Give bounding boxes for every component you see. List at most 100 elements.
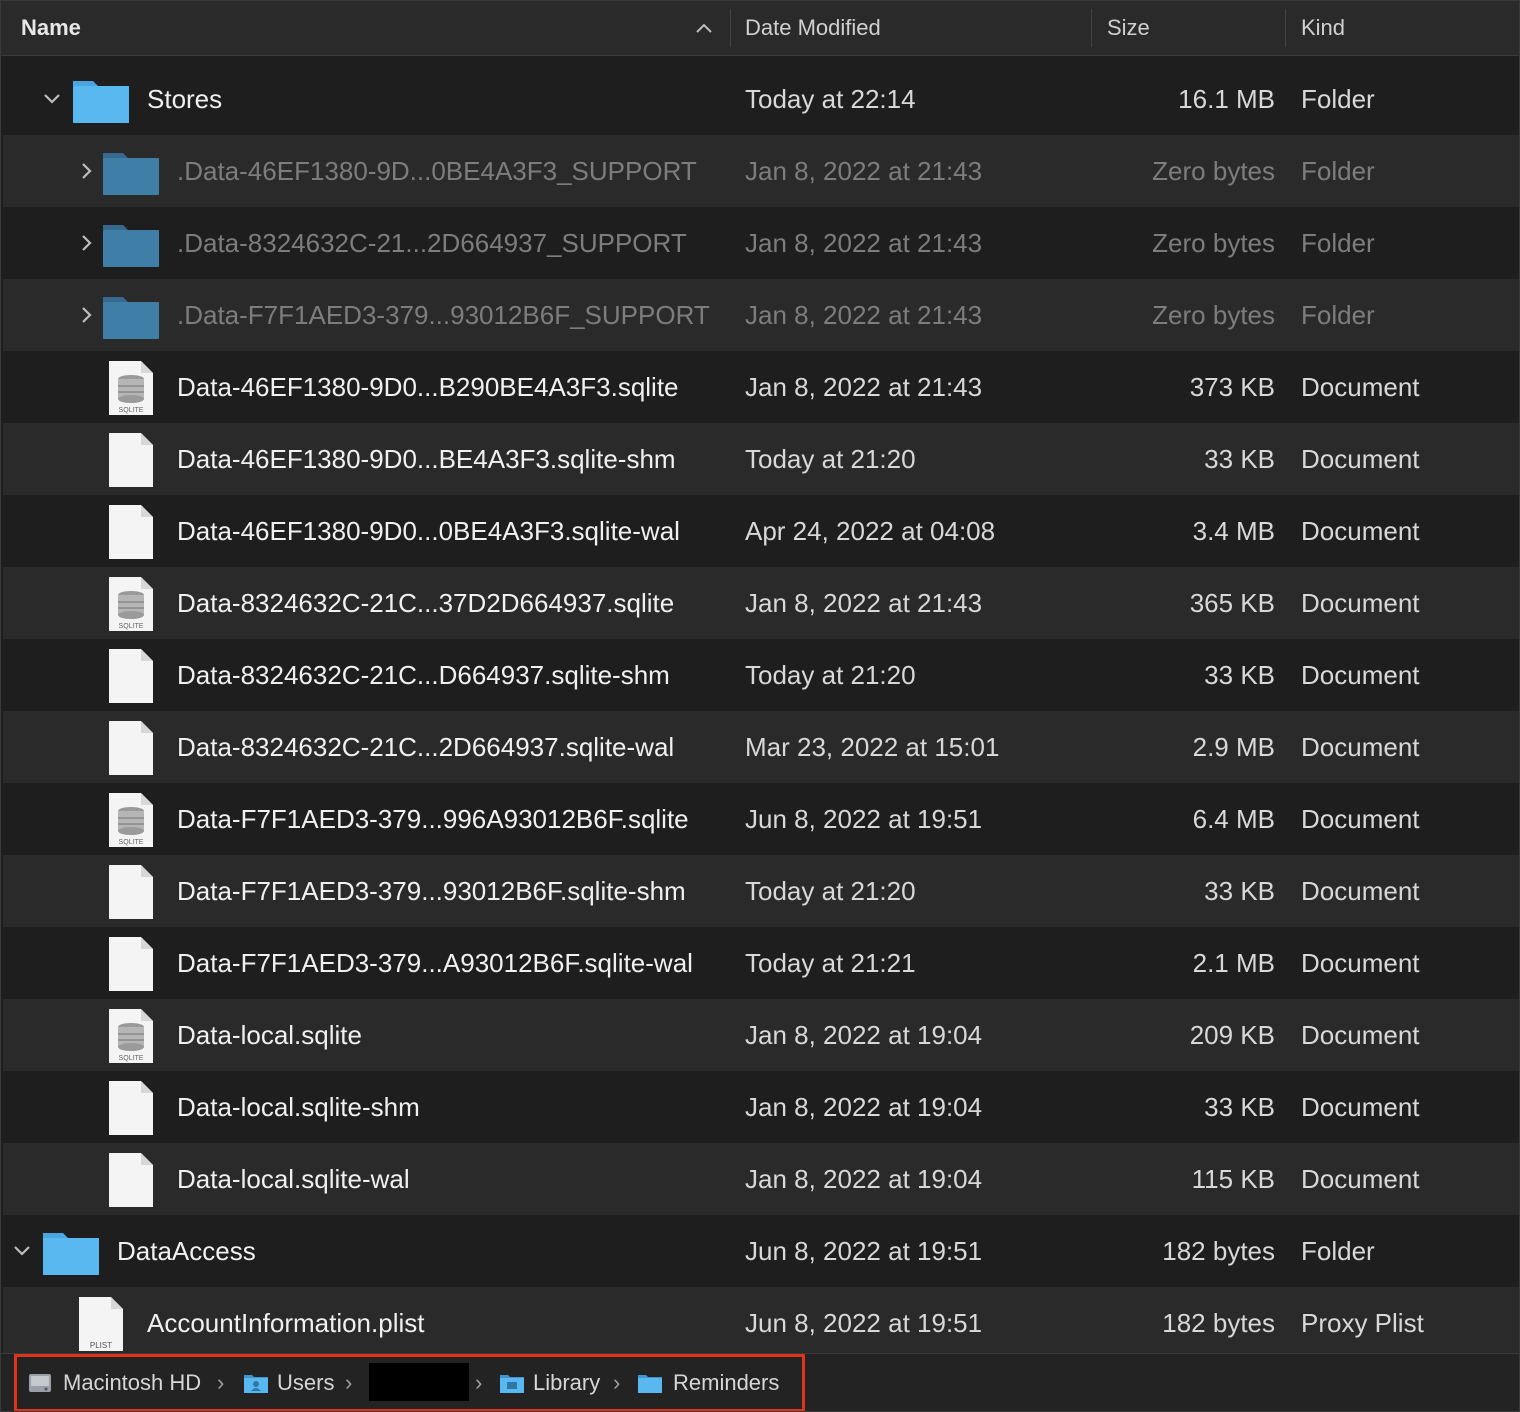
chevron-right-icon[interactable] [77,305,95,325]
list-item-file[interactable]: SQLITE Data-46EF1380-9D0...B290BE4A3F3.s… [3,351,1519,423]
column-divider[interactable] [1091,9,1092,47]
file-date: Jun 8, 2022 at 19:51 [745,1308,983,1338]
list-item-file[interactable]: Data-local.sqlite-wal Jan 8, 2022 at 19:… [3,1143,1519,1215]
file-date: Today at 21:21 [745,948,916,978]
file-date: Today at 22:14 [745,84,916,114]
breadcrumb-separator-icon: › [475,1370,483,1395]
file-name: Stores [147,84,223,114]
file-name: .Data-F7F1AED3-379...93012B6F_SUPPORT [177,300,710,330]
hard-drive-icon [29,1374,51,1392]
file-date: Apr 24, 2022 at 04:08 [745,516,996,546]
file-kind: Document [1301,948,1420,978]
chevron-down-icon[interactable] [43,89,61,109]
file-name: Data-46EF1380-9D0...B290BE4A3F3.sqlite [177,372,679,402]
file-date: Today at 21:20 [745,660,916,690]
file-size: 33 KB [1204,1092,1275,1122]
file-size: 2.1 MB [1192,948,1275,978]
file-size: 365 KB [1189,588,1275,618]
list-item-file[interactable]: SQLITE Data-local.sqlite Jan 8, 2022 at … [3,999,1519,1071]
list-item-file[interactable]: Data-8324632C-21C...2D664937.sqlite-wal … [3,711,1519,783]
sqlite-badge-label: SQLITE [119,839,144,846]
file-list: Stores Today at 22:14 16.1 MB Folder .Da… [3,63,1519,1359]
list-item-file[interactable]: SQLITE Data-F7F1AED3-379...996A93012B6F.… [3,783,1519,855]
sqlite-badge-label: SQLITE [119,407,144,414]
redacted-username [369,1363,469,1401]
list-item-folder[interactable]: .Data-F7F1AED3-379...93012B6F_SUPPORT Ja… [3,279,1519,351]
list-item-file[interactable]: Data-F7F1AED3-379...A93012B6F.sqlite-wal… [3,927,1519,999]
file-kind: Document [1301,444,1420,474]
file-kind: Folder [1301,84,1375,114]
column-header-date-modified[interactable]: Date Modified [745,1,881,55]
column-divider[interactable] [730,9,731,47]
chevron-down-icon[interactable] [13,1241,31,1261]
list-item-folder[interactable]: .Data-8324632C-21...2D664937_SUPPORT Jan… [3,207,1519,279]
file-name: Data-local.sqlite-wal [177,1164,410,1194]
column-header-kind[interactable]: Kind [1301,1,1345,55]
sqlite-badge-label: SQLITE [119,1055,144,1062]
breadcrumb-macintosh-hd[interactable]: Macintosh HD [63,1357,201,1409]
list-item-folder[interactable]: .Data-46EF1380-9D...0BE4A3F3_SUPPORT Jan… [3,135,1519,207]
list-item-folder-stores[interactable]: Stores Today at 22:14 16.1 MB Folder [3,63,1519,135]
file-name: Data-F7F1AED3-379...93012B6F.sqlite-shm [177,876,686,906]
file-size: 209 KB [1189,1020,1275,1050]
folder-icon [103,225,159,267]
file-size: 2.9 MB [1192,732,1275,762]
file-kind: Document [1301,1020,1420,1050]
users-folder-icon [244,1375,268,1393]
file-size: 33 KB [1204,876,1275,906]
file-name: Data-46EF1380-9D0...0BE4A3F3.sqlite-wal [177,516,680,546]
file-kind: Document [1301,588,1420,618]
list-item-file[interactable]: Data-46EF1380-9D0...BE4A3F3.sqlite-shm T… [3,423,1519,495]
file-size: 115 KB [1191,1164,1275,1194]
breadcrumb-reminders[interactable]: Reminders [673,1357,779,1409]
file-kind: Document [1301,732,1420,762]
document-icon [109,505,153,559]
list-item-file[interactable]: PLIST AccountInformation.plist Jun 8, 20… [3,1287,1519,1359]
file-date: Today at 21:20 [745,444,916,474]
chevron-right-icon[interactable] [77,233,95,253]
breadcrumb-users[interactable]: Users [277,1357,334,1409]
file-kind: Document [1301,804,1420,834]
file-size: Zero bytes [1152,300,1275,330]
folder-icon [73,81,129,123]
file-name: Data-8324632C-21C...2D664937.sqlite-wal [177,732,675,762]
list-item-file[interactable]: Data-46EF1380-9D0...0BE4A3F3.sqlite-wal … [3,495,1519,567]
file-size: 373 KB [1189,372,1275,402]
file-size: Zero bytes [1152,228,1275,258]
file-date: Mar 23, 2022 at 15:01 [745,732,1000,762]
chevron-right-icon[interactable] [77,161,95,181]
document-icon [109,1081,153,1135]
list-item-file[interactable]: Data-8324632C-21C...D664937.sqlite-shm T… [3,639,1519,711]
document-icon [109,865,153,919]
column-header-size[interactable]: Size [1107,1,1150,55]
sort-ascending-icon[interactable] [693,19,715,37]
list-item-folder-dataaccess[interactable]: DataAccess Jun 8, 2022 at 19:51 182 byte… [3,1215,1519,1287]
list-item-file[interactable]: SQLITE Data-8324632C-21C...37D2D664937.s… [3,567,1519,639]
sqlite-badge-label: SQLITE [119,623,144,630]
column-divider[interactable] [1285,9,1286,47]
file-date: Today at 21:20 [745,876,916,906]
file-kind: Folder [1301,156,1375,186]
breadcrumb-separator-icon: › [345,1370,353,1395]
file-date: Jun 8, 2022 at 19:51 [745,804,983,834]
file-name: AccountInformation.plist [147,1308,425,1338]
file-name: .Data-8324632C-21...2D664937_SUPPORT [177,228,687,258]
document-icon [109,433,153,487]
plist-badge-label: PLIST [90,1341,112,1350]
file-kind: Document [1301,516,1420,546]
column-header-bar: Name Date Modified Size Kind [1,1,1519,56]
path-highlight-box: Macintosh HD › Users › › Library › Remin… [14,1354,805,1411]
file-name: .Data-46EF1380-9D...0BE4A3F3_SUPPORT [177,156,697,186]
column-header-name[interactable]: Name [21,1,81,55]
list-item-file[interactable]: Data-F7F1AED3-379...93012B6F.sqlite-shm … [3,855,1519,927]
file-name: Data-F7F1AED3-379...996A93012B6F.sqlite [177,804,689,834]
file-kind: Folder [1301,228,1375,258]
file-kind: Document [1301,372,1420,402]
list-item-file[interactable]: Data-local.sqlite-shm Jan 8, 2022 at 19:… [3,1071,1519,1143]
file-size: 3.4 MB [1192,516,1275,546]
file-kind: Proxy Plist [1301,1308,1424,1338]
breadcrumb-library[interactable]: Library [533,1357,600,1409]
file-name: Data-local.sqlite-shm [177,1092,420,1122]
file-name: Data-8324632C-21C...37D2D664937.sqlite [177,588,675,618]
plist-document-icon: PLIST [79,1297,123,1351]
